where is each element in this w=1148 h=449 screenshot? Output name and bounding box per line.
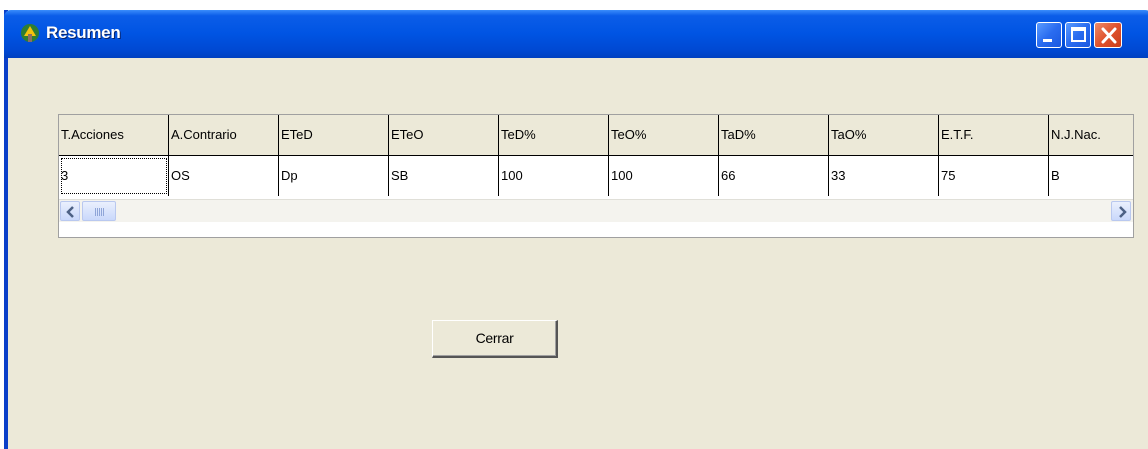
app-icon	[21, 24, 39, 42]
scroll-left-button[interactable]	[60, 201, 80, 221]
table-cell[interactable]: 3	[59, 156, 169, 196]
table-cell[interactable]: 66	[719, 156, 829, 196]
column-header-eteo[interactable]: ETeO	[389, 115, 499, 155]
horizontal-scrollbar[interactable]	[59, 199, 1133, 222]
title-bar[interactable]: Resumen	[4, 10, 1148, 58]
chevron-left-icon	[66, 206, 74, 218]
maximize-button[interactable]	[1065, 22, 1091, 48]
chevron-right-icon	[1119, 206, 1127, 218]
summary-grid[interactable]: T.Acciones A.Contrario ETeD ETeO TeD% Te…	[58, 114, 1134, 238]
column-header-teo-pct[interactable]: TeO%	[609, 115, 719, 155]
close-icon	[1101, 27, 1117, 44]
minimize-icon	[1043, 39, 1052, 42]
column-header-tad-pct[interactable]: TaD%	[719, 115, 829, 155]
column-header-tao-pct[interactable]: TaO%	[829, 115, 939, 155]
column-header-ted-pct[interactable]: TeD%	[499, 115, 609, 155]
table-cell[interactable]: SB	[389, 156, 499, 196]
column-header-t-acciones[interactable]: T.Acciones	[59, 115, 169, 155]
column-header-nj-nac[interactable]: N.J.Nac.	[1049, 115, 1133, 155]
table-cell[interactable]: 75	[939, 156, 1049, 196]
window-title: Resumen	[46, 23, 121, 42]
column-header-eted[interactable]: ETeD	[279, 115, 389, 155]
table-row[interactable]: 3 OS Dp SB 100 100 66 33 75 B	[59, 156, 1133, 196]
table-cell[interactable]: 100	[609, 156, 719, 196]
table-cell[interactable]: Dp	[279, 156, 389, 196]
scroll-right-button[interactable]	[1111, 201, 1131, 221]
resumen-window: Resumen T.Acciones A.Contrario ETeD ETeO…	[4, 10, 1148, 449]
maximize-icon	[1071, 27, 1086, 42]
table-cell[interactable]: OS	[169, 156, 279, 196]
cerrar-button[interactable]: Cerrar	[432, 320, 558, 358]
table-cell[interactable]: 33	[829, 156, 939, 196]
grid-header-row: T.Acciones A.Contrario ETeD ETeO TeD% Te…	[59, 115, 1133, 155]
minimize-button[interactable]	[1036, 22, 1062, 48]
column-header-etf[interactable]: E.T.F.	[939, 115, 1049, 155]
column-header-a-contrario[interactable]: A.Contrario	[169, 115, 279, 155]
grip-icon	[95, 208, 104, 216]
table-cell[interactable]: B	[1049, 156, 1133, 196]
close-window-button[interactable]	[1094, 22, 1122, 48]
scrollbar-thumb[interactable]	[82, 201, 116, 221]
table-cell[interactable]: 100	[499, 156, 609, 196]
